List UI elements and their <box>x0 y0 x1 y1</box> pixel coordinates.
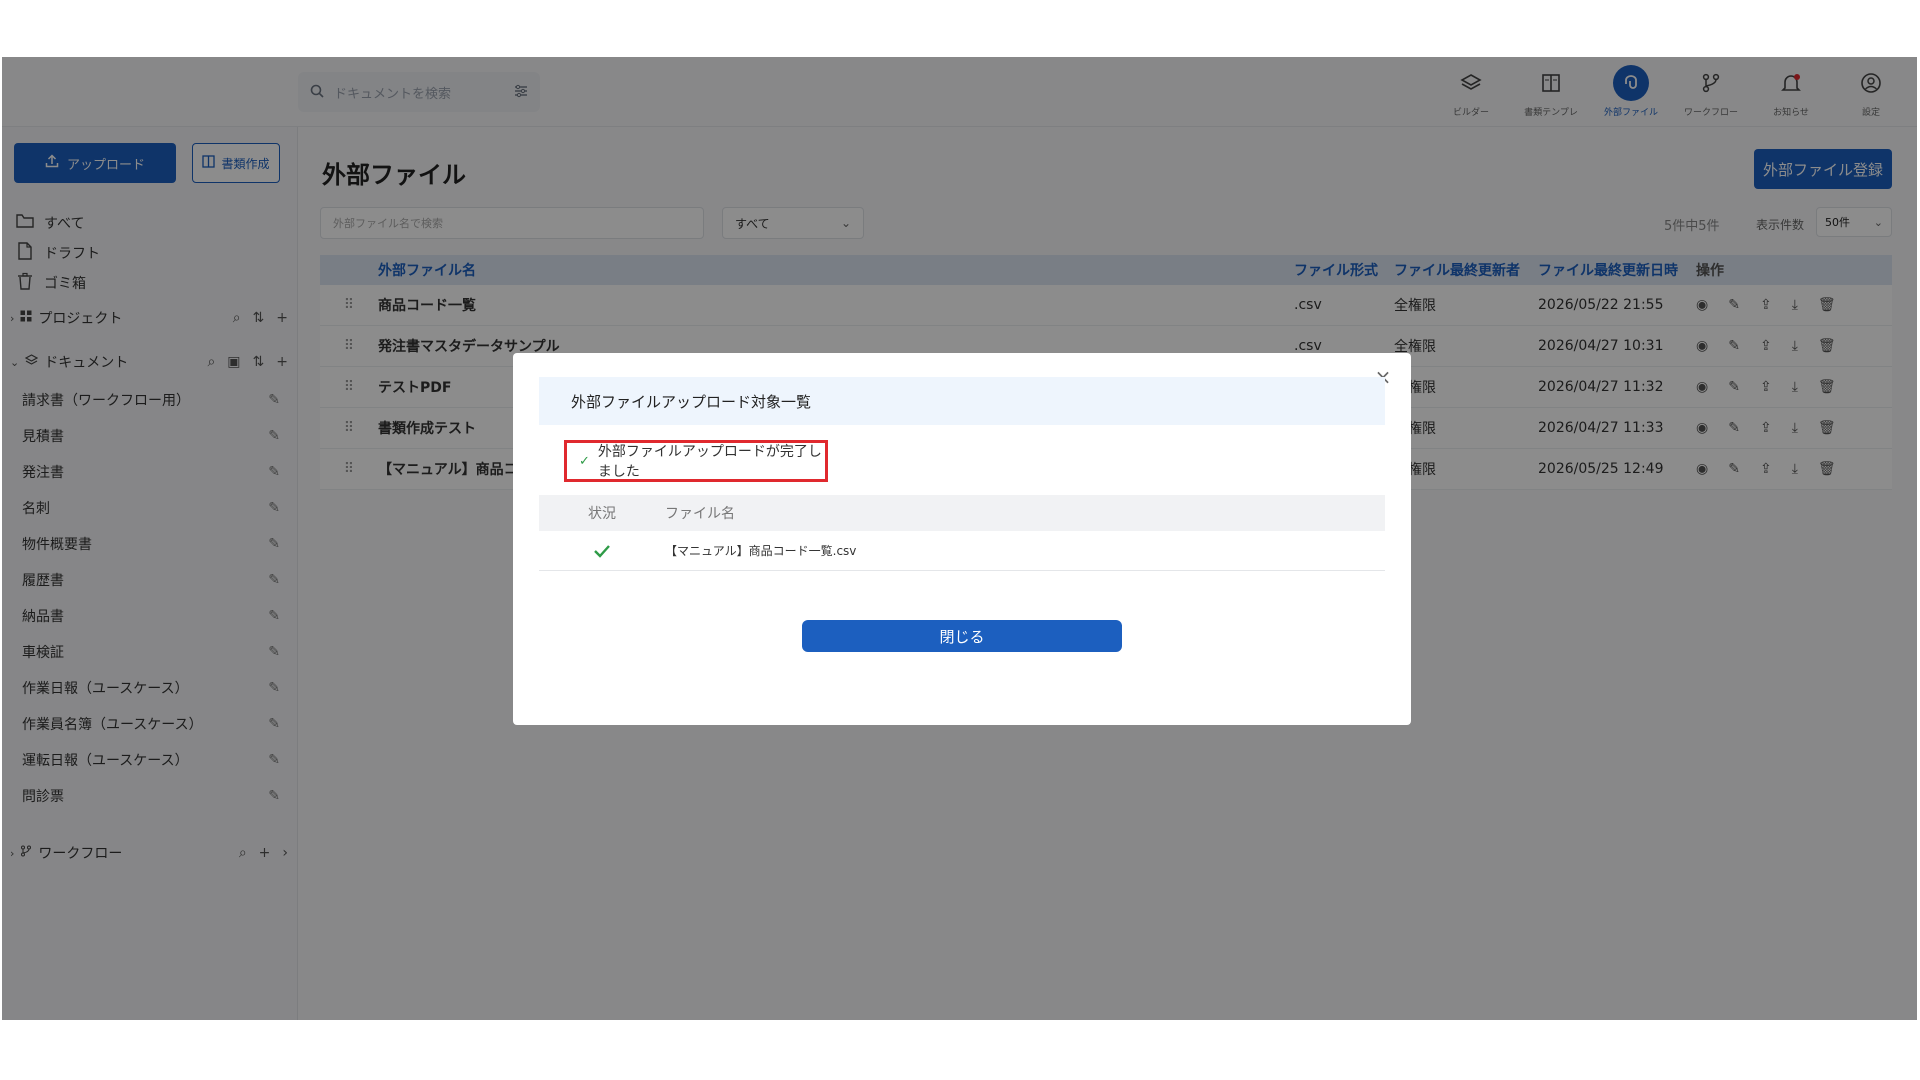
close-button[interactable]: 閉じる <box>802 620 1122 652</box>
column-header-filename: ファイル名 <box>665 506 735 522</box>
upload-result-modal: × 外部ファイルアップロード対象一覧 ✓ 外部ファイルアップロードが完了しました… <box>513 353 1411 725</box>
result-row: 【マニュアル】商品コード一覧.csv <box>539 531 1385 571</box>
upload-success-text: 外部ファイルアップロードが完了しました <box>597 444 822 480</box>
upload-result-table: 状況 ファイル名 【マニュアル】商品コード一覧.csv <box>539 495 1385 571</box>
upload-success-message: ✓ 外部ファイルアップロードが完了しました <box>564 440 828 482</box>
modal-title: 外部ファイルアップロード対象一覧 <box>539 377 1385 425</box>
result-table-header: 状況 ファイル名 <box>539 495 1385 531</box>
check-icon: ✓ <box>579 453 590 469</box>
column-header-status: 状況 <box>588 506 616 522</box>
result-file-name: 【マニュアル】商品コード一覧.csv <box>665 544 857 558</box>
app-window: ドキュメントを検索 ビルダー 書類テンプレ 外部ファイル ワークフロー お知らせ… <box>2 57 1917 1020</box>
success-check-icon <box>539 544 665 558</box>
